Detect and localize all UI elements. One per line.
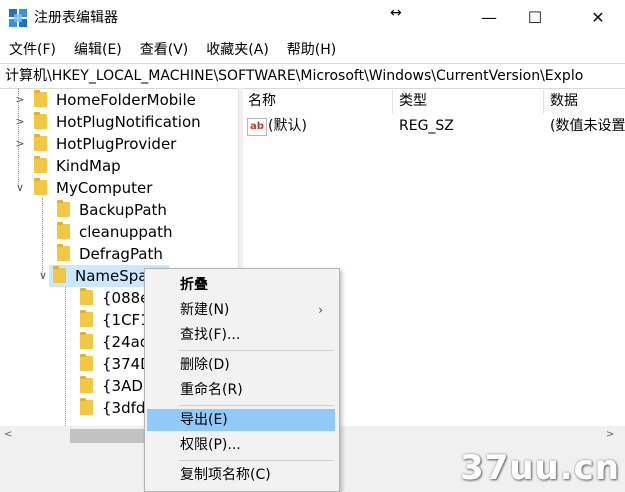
close-button[interactable]: ✕: [571, 0, 625, 36]
watermark: 37uu.cn: [460, 448, 620, 488]
folder-icon: [80, 376, 93, 393]
folder-icon: [53, 266, 66, 283]
folder-icon: [34, 178, 47, 195]
menu-item-find[interactable]: 查找(F)...: [147, 324, 335, 346]
folder-icon: [80, 288, 93, 305]
string-value-icon: ab: [247, 118, 267, 136]
menu-separator: [179, 350, 334, 351]
scroll-left-icon[interactable]: <: [4, 429, 12, 440]
menu-favorites[interactable]: 收藏夹(A): [197, 38, 269, 62]
scroll-thumb[interactable]: [70, 429, 150, 443]
menu-item-collapse[interactable]: 折叠: [147, 274, 335, 296]
menu-separator: [179, 405, 334, 406]
folder-icon: [80, 310, 93, 327]
folder-icon: [34, 134, 47, 151]
menu-view[interactable]: 查看(V): [131, 38, 189, 62]
chevron-right-icon[interactable]: >: [14, 89, 26, 111]
menu-item-copy-key-name[interactable]: 复制项名称(C): [147, 464, 335, 486]
folder-icon: [80, 332, 93, 349]
folder-icon: [80, 354, 93, 371]
chevron-down-icon[interactable]: ∨: [37, 265, 49, 287]
value-type: REG_SZ: [399, 118, 454, 134]
column-header-data[interactable]: 数据: [544, 88, 625, 114]
column-header-name[interactable]: 名称: [242, 88, 393, 114]
menu-separator: [179, 460, 334, 461]
scroll-right-icon[interactable]: >: [606, 429, 614, 440]
submenu-arrow-icon: ›: [318, 303, 323, 317]
menu-file[interactable]: 文件(F): [0, 38, 56, 62]
menu-item-new[interactable]: 新建(N) ›: [147, 299, 335, 321]
menu-edit[interactable]: 编辑(E): [65, 38, 122, 62]
chevron-right-icon[interactable]: >: [14, 111, 26, 133]
context-menu: 折叠 新建(N) › 查找(F)... 删除(D) 重命名(R) 导出(E) 权…: [144, 268, 340, 492]
regedit-app-icon: [9, 9, 27, 27]
folder-icon: [34, 90, 47, 107]
tree-connector: [65, 286, 66, 426]
address-bar[interactable]: 计算机\HKEY_LOCAL_MACHINE\SOFTWARE\Microsof…: [0, 63, 625, 89]
value-data: (数值未设置): [550, 118, 625, 134]
maximize-button[interactable]: ☐: [512, 0, 558, 36]
folder-icon: [34, 112, 47, 129]
address-path[interactable]: 计算机\HKEY_LOCAL_MACHINE\SOFTWARE\Microsof…: [0, 68, 583, 84]
folder-icon: [80, 398, 93, 415]
chevron-right-icon[interactable]: >: [14, 133, 26, 155]
menu-help[interactable]: 帮助(H): [278, 38, 336, 62]
menu-item-delete[interactable]: 删除(D): [147, 354, 335, 376]
folder-icon: [34, 156, 47, 173]
folder-icon: [57, 222, 70, 239]
list-item[interactable]: ab (默认) REG_SZ (数值未设置): [242, 115, 625, 137]
title-bar: 注册表编辑器 ↔ — ☐ ✕: [0, 0, 625, 36]
minimize-button[interactable]: —: [466, 0, 512, 36]
resize-cursor-icon: ↔: [390, 5, 402, 21]
value-name: (默认): [268, 118, 307, 134]
folder-icon: [57, 244, 70, 261]
chevron-down-icon[interactable]: ∨: [14, 177, 26, 199]
menu-item-permissions[interactable]: 权限(P)...: [147, 434, 335, 456]
menu-item-rename[interactable]: 重命名(R): [147, 379, 335, 401]
menu-item-export[interactable]: 导出(E): [147, 409, 335, 431]
menu-bar: 文件(F) 编辑(E) 查看(V) 收藏夹(A) 帮助(H): [0, 38, 625, 62]
window-title: 注册表编辑器: [34, 10, 118, 26]
folder-icon: [57, 200, 70, 217]
column-header-type[interactable]: 类型: [393, 88, 544, 114]
